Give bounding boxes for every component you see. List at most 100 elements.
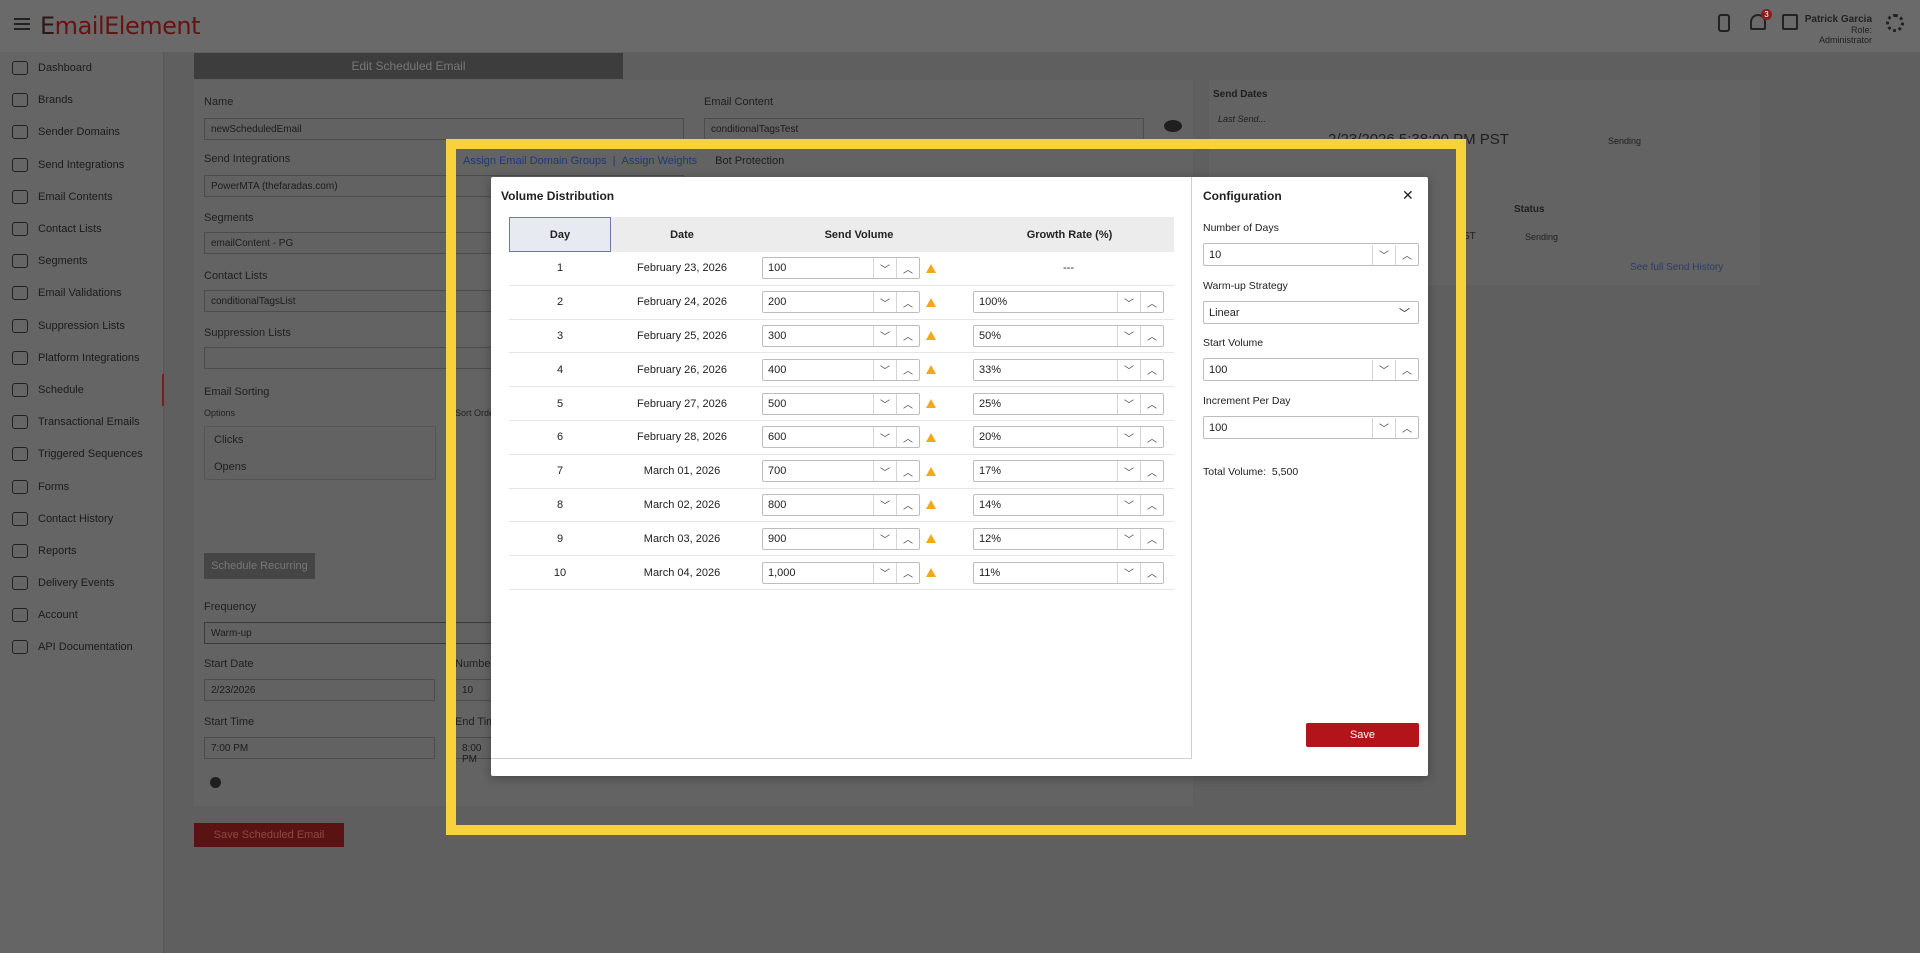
chevron-down-icon[interactable]: ﹀ (873, 393, 896, 414)
save-scheduled-email-button[interactable]: Save Scheduled Email (194, 823, 344, 847)
send-volume-stepper[interactable]: 600 ﹀ ︿ (762, 426, 920, 449)
growth-rate-stepper[interactable]: 20% ﹀ ︿ (973, 426, 1164, 449)
sidebar-item-email-contents[interactable]: Email Contents (0, 181, 163, 213)
chevron-down-icon[interactable]: ﹀ (873, 562, 896, 583)
app-logo[interactable]: EmailElement (40, 12, 200, 40)
sidebar-item-contact-lists[interactable]: Contact Lists (0, 213, 163, 245)
growth-rate-stepper[interactable]: 50% ﹀ ︿ (973, 324, 1164, 347)
growth-rate-value[interactable]: 20% (974, 431, 1117, 443)
send-volume-value[interactable]: 700 (763, 465, 873, 477)
chevron-up-icon[interactable]: ︿ (1140, 528, 1163, 549)
growth-rate-value[interactable]: 33% (974, 364, 1117, 376)
chevron-down-icon[interactable]: ﹀ (873, 427, 896, 448)
name-input[interactable]: newScheduledEmail (204, 118, 684, 140)
sidebar-item-brands[interactable]: Brands (0, 84, 163, 116)
sidebar-item-delivery-events[interactable]: Delivery Events (0, 567, 163, 599)
chevron-up-icon[interactable]: ︿ (1140, 562, 1163, 583)
send-volume-stepper[interactable]: 700 ﹀ ︿ (762, 460, 920, 483)
send-volume-stepper[interactable]: 300 ﹀ ︿ (762, 324, 920, 347)
chevron-up-icon[interactable]: ︿ (1140, 461, 1163, 482)
send-volume-stepper[interactable]: 100 ﹀ ︿ (762, 257, 920, 280)
chevron-up-icon[interactable]: ︿ (896, 494, 919, 515)
chevron-up-icon[interactable]: ︿ (1140, 393, 1163, 414)
chevron-down-icon[interactable]: ﹀ (1117, 528, 1140, 549)
send-volume-value[interactable]: 900 (763, 533, 873, 545)
growth-rate-stepper[interactable]: 33% ﹀ ︿ (973, 358, 1164, 381)
chevron-up-icon[interactable]: ︿ (896, 393, 919, 414)
sidebar-item-transactional-emails[interactable]: Transactional Emails (0, 406, 163, 438)
help-icon[interactable] (210, 777, 221, 788)
chevron-down-icon[interactable]: ﹀ (873, 325, 896, 346)
column-header-date[interactable]: Date (611, 217, 753, 252)
preview-eye-icon[interactable] (1164, 120, 1182, 132)
see-full-send-history-link[interactable]: See full Send History (1630, 262, 1723, 273)
chevron-down-icon[interactable]: ﹀ (1117, 292, 1140, 313)
send-volume-value[interactable]: 500 (763, 398, 873, 410)
number-of-days-value[interactable]: 10 (1204, 249, 1372, 261)
chevron-up-icon[interactable]: ︿ (896, 359, 919, 380)
close-icon[interactable]: ✕ (1402, 187, 1414, 204)
option-opens[interactable]: Opens (214, 461, 246, 473)
growth-rate-value[interactable]: 14% (974, 499, 1117, 511)
chevron-down-icon[interactable]: ﹀ (1372, 417, 1395, 438)
sidebar-item-sender-domains[interactable]: Sender Domains (0, 116, 163, 148)
sidebar-item-triggered-sequences[interactable]: Triggered Sequences (0, 438, 163, 470)
email-content-select[interactable]: conditionalTagsTest (704, 118, 1144, 140)
chevron-up-icon[interactable]: ︿ (1395, 244, 1418, 265)
start-date-input[interactable]: 2/23/2026 (204, 679, 435, 701)
send-volume-stepper[interactable]: 1,000 ﹀ ︿ (762, 561, 920, 584)
chevron-up-icon[interactable]: ︿ (1140, 292, 1163, 313)
sidebar-item-suppression-lists[interactable]: Suppression Lists (0, 310, 163, 342)
chevron-down-icon[interactable]: ﹀ (873, 461, 896, 482)
send-volume-value[interactable]: 300 (763, 330, 873, 342)
send-volume-stepper[interactable]: 400 ﹀ ︿ (762, 358, 920, 381)
chevron-down-icon[interactable]: ﹀ (873, 258, 896, 279)
chevron-down-icon[interactable]: ﹀ (1117, 359, 1140, 380)
chevron-up-icon[interactable]: ︿ (896, 461, 919, 482)
sidebar-item-contact-history[interactable]: Contact History (0, 503, 163, 535)
chevron-up-icon[interactable]: ︿ (1140, 494, 1163, 515)
chevron-down-icon[interactable]: ﹀ (873, 494, 896, 515)
mobile-icon[interactable] (1718, 14, 1736, 34)
chevron-up-icon[interactable]: ︿ (1395, 417, 1418, 438)
assign-email-domain-groups-link[interactable]: Assign Email Domain Groups (463, 155, 607, 167)
sidebar-item-reports[interactable]: Reports (0, 535, 163, 567)
growth-rate-value[interactable]: 11% (974, 567, 1117, 579)
send-volume-value[interactable]: 200 (763, 296, 873, 308)
sidebar-item-platform-integrations[interactable]: Platform Integrations (0, 342, 163, 374)
column-header-growth-rate[interactable]: Growth Rate (%) (965, 217, 1174, 252)
send-volume-stepper[interactable]: 900 ﹀ ︿ (762, 527, 920, 550)
chevron-up-icon[interactable]: ︿ (1140, 359, 1163, 380)
chevron-down-icon[interactable]: ﹀ (1117, 427, 1140, 448)
option-clicks[interactable]: Clicks (214, 434, 243, 446)
growth-rate-value[interactable]: 25% (974, 398, 1117, 410)
chevron-up-icon[interactable]: ︿ (896, 325, 919, 346)
chevron-down-icon[interactable]: ﹀ (1117, 461, 1140, 482)
chevron-up-icon[interactable]: ︿ (1140, 427, 1163, 448)
chevron-down-icon[interactable]: ﹀ (873, 292, 896, 313)
chevron-down-icon[interactable]: ﹀ (1117, 494, 1140, 515)
edit-scheduled-email-tab[interactable]: Edit Scheduled Email (194, 53, 623, 79)
chevron-down-icon[interactable]: ﹀ (873, 528, 896, 549)
chevron-up-icon[interactable]: ︿ (1140, 325, 1163, 346)
user-info[interactable]: Patrick Garcia Role: Administrator (1800, 14, 1872, 45)
sidebar-item-schedule[interactable]: Schedule (0, 373, 164, 407)
growth-rate-value[interactable]: 100% (974, 296, 1117, 308)
chevron-up-icon[interactable]: ︿ (896, 562, 919, 583)
send-volume-stepper[interactable]: 200 ﹀ ︿ (762, 291, 920, 314)
sidebar-item-dashboard[interactable]: Dashboard (0, 52, 163, 84)
save-button[interactable]: Save (1306, 723, 1419, 747)
increment-per-day-stepper[interactable]: 100 ﹀ ︿ (1203, 416, 1419, 439)
send-volume-value[interactable]: 600 (763, 431, 873, 443)
bot-protection-link[interactable]: Bot Protection (715, 155, 784, 167)
chevron-up-icon[interactable]: ︿ (896, 258, 919, 279)
chevron-down-icon[interactable]: ﹀ (1117, 325, 1140, 346)
start-volume-stepper[interactable]: 100 ﹀ ︿ (1203, 358, 1419, 381)
sign-out-icon[interactable] (1782, 14, 1800, 34)
chevron-down-icon[interactable]: ﹀ (873, 359, 896, 380)
assign-weights-link[interactable]: Assign Weights (622, 155, 698, 167)
sidebar-item-send-integrations[interactable]: Send Integrations (0, 149, 163, 181)
increment-per-day-value[interactable]: 100 (1204, 422, 1372, 434)
sidebar-item-email-validations[interactable]: Email Validations (0, 277, 163, 309)
send-volume-value[interactable]: 400 (763, 364, 873, 376)
